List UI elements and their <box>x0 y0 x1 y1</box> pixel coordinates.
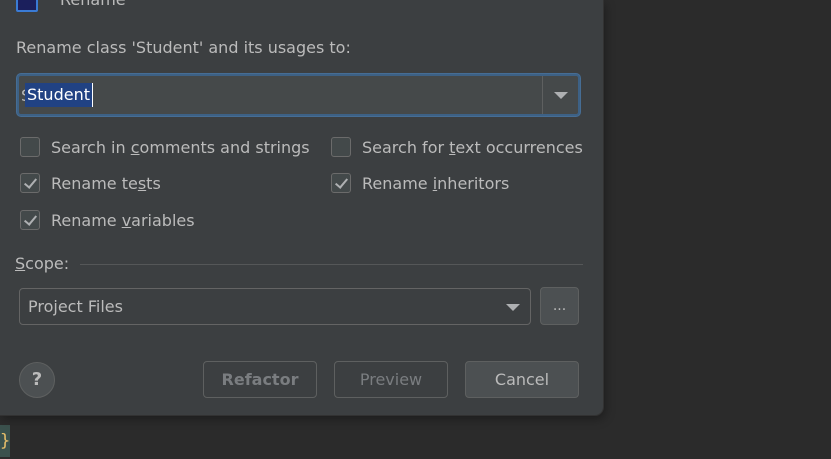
app-icon <box>16 0 38 12</box>
refactor-button[interactable]: Refactor <box>203 361 317 398</box>
new-name-selected-text: Student <box>25 83 93 107</box>
rename-tests-checkbox[interactable] <box>20 173 40 193</box>
editor-code-fragment: } <box>0 425 10 457</box>
scope-selected-value: Project Files <box>28 297 123 316</box>
dialog-title: Rename <box>60 0 126 9</box>
scope-separator <box>80 264 583 265</box>
rename-tests-label[interactable]: Rename tests <box>51 174 161 193</box>
rename-tests-option[interactable]: Rename tests <box>20 171 161 195</box>
rename-inheritors-option[interactable]: Rename inheritors <box>331 171 509 195</box>
search-text-occurrences-checkbox[interactable] <box>331 137 351 157</box>
help-button[interactable]: ? <box>19 362 55 398</box>
search-in-comments-option[interactable]: Search in comments and strings <box>20 135 310 159</box>
preview-button[interactable]: Preview <box>334 361 448 398</box>
rename-variables-checkbox[interactable] <box>20 210 40 230</box>
new-name-input[interactable] <box>21 78 541 112</box>
search-in-comments-checkbox[interactable] <box>20 137 40 157</box>
scope-browse-button[interactable]: ... <box>540 287 579 325</box>
search-in-comments-label[interactable]: Search in comments and strings <box>51 138 310 157</box>
scope-dropdown[interactable]: Project Files <box>19 288 531 325</box>
rename-variables-label[interactable]: Rename variables <box>51 211 195 230</box>
rename-dialog: Rename Rename class 'Student' and its us… <box>0 0 603 415</box>
search-text-occurrences-label[interactable]: Search for text occurrences <box>362 138 583 157</box>
rename-variables-option[interactable]: Rename variables <box>20 208 195 232</box>
close-icon[interactable] <box>552 0 576 10</box>
rename-inheritors-label[interactable]: Rename inheritors <box>362 174 509 193</box>
chevron-down-icon[interactable] <box>496 289 531 324</box>
rename-prompt-label: Rename class 'Student' and its usages to… <box>16 38 351 57</box>
title-bar: Rename <box>0 0 603 14</box>
cancel-button[interactable]: Cancel <box>465 361 579 398</box>
rename-inheritors-checkbox[interactable] <box>331 173 351 193</box>
scope-label: Scope: <box>15 254 70 273</box>
chevron-down-icon[interactable] <box>543 76 578 114</box>
search-text-occurrences-option[interactable]: Search for text occurrences <box>331 135 583 159</box>
new-name-combobox[interactable]: Student <box>17 74 580 116</box>
